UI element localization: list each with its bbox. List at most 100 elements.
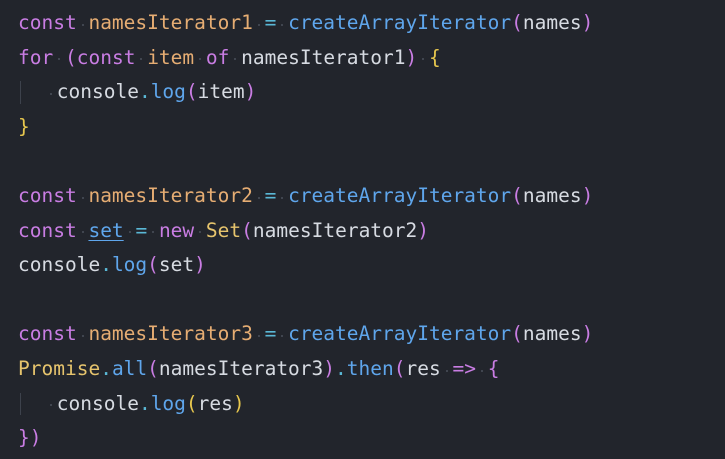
code-line[interactable]: const namesIterator2 = createArrayIterat… <box>18 179 725 214</box>
code-token: Set <box>205 218 242 242</box>
code-line[interactable]: console.log(res) <box>18 387 725 422</box>
code-token: createArrayIterator <box>288 11 512 34</box>
whitespace-marker <box>45 80 57 103</box>
whitespace-marker <box>276 322 288 345</box>
whitespace-marker <box>194 46 206 69</box>
code-token: Promise <box>18 356 101 380</box>
code-token: = <box>264 322 277 346</box>
code-token: ) <box>232 391 245 415</box>
whitespace-marker <box>77 219 89 242</box>
whitespace-marker <box>77 184 89 207</box>
code-token: namesIterator2 <box>252 218 418 242</box>
code-token: } <box>18 114 30 138</box>
code-token: ( <box>393 356 406 380</box>
code-token: ) <box>29 426 42 450</box>
whitespace-marker <box>229 46 241 69</box>
code-token: namesIterator3 <box>88 322 253 346</box>
code-token: ) <box>581 183 594 207</box>
code-token: const <box>76 45 136 69</box>
code-token: namesIterator1 <box>241 45 406 69</box>
code-token: . <box>138 80 151 104</box>
code-token: log <box>150 80 186 104</box>
code-editor[interactable]: const namesIterator1 = createArrayIterat… <box>0 0 725 459</box>
whitespace-marker <box>276 184 288 207</box>
whitespace-marker <box>53 46 65 69</box>
code-token: namesIterator3 <box>158 356 324 380</box>
code-token: createArrayIterator <box>288 183 512 207</box>
code-token: ) <box>244 80 257 104</box>
code-line[interactable]: const namesIterator3 = createArrayIterat… <box>18 317 725 352</box>
code-token: = <box>264 183 277 207</box>
whitespace-marker <box>476 357 488 380</box>
code-token: } <box>18 426 30 450</box>
whitespace-marker <box>194 219 206 242</box>
code-token: createArrayIterator <box>288 322 512 346</box>
code-token: ( <box>511 11 523 34</box>
code-token: ( <box>185 391 198 415</box>
code-token: ( <box>241 218 253 242</box>
code-token: res <box>197 391 233 415</box>
code-token: set <box>158 253 195 277</box>
code-token: ) <box>194 253 206 277</box>
code-token: ( <box>147 253 159 277</box>
code-token: . <box>138 391 151 415</box>
code-line[interactable]: for (const item of namesIterator1) { <box>18 41 725 76</box>
code-line[interactable]: const namesIterator1 = createArrayIterat… <box>18 6 725 41</box>
whitespace-marker <box>441 357 453 380</box>
code-token: const <box>18 11 77 34</box>
code-token: const <box>18 218 77 242</box>
whitespace-marker <box>253 322 265 345</box>
code-token: ( <box>64 45 77 69</box>
code-token: names <box>522 322 582 346</box>
whitespace-marker <box>135 46 147 69</box>
code-line[interactable]: const set = new Set(namesIterator2) <box>18 214 725 249</box>
code-token: namesIterator2 <box>88 183 253 207</box>
code-token: ) <box>417 218 430 242</box>
code-token: namesIterator1 <box>88 11 253 34</box>
code-token: ) <box>405 45 418 69</box>
code-token: item <box>197 80 245 104</box>
code-token: log <box>111 253 148 277</box>
code-token: console <box>56 391 139 415</box>
code-line[interactable] <box>18 144 725 179</box>
indent-guide <box>18 387 45 422</box>
code-token: ) <box>581 11 594 34</box>
code-token: . <box>100 356 112 380</box>
code-token: { <box>429 45 441 69</box>
indent-guide <box>18 75 45 110</box>
code-token: console <box>18 253 101 277</box>
whitespace-marker <box>147 219 159 242</box>
whitespace-marker <box>77 322 89 345</box>
whitespace-marker <box>253 184 265 207</box>
code-token: => <box>452 356 476 380</box>
code-line[interactable] <box>18 283 725 318</box>
code-line[interactable]: console.log(set) <box>18 248 725 283</box>
whitespace-marker <box>77 11 89 34</box>
code-token: . <box>100 253 112 277</box>
code-token: ( <box>511 183 523 207</box>
code-token: = <box>135 218 148 242</box>
code-token: for <box>18 45 54 69</box>
whitespace-marker <box>276 11 288 34</box>
code-token: . <box>335 356 347 380</box>
whitespace-marker <box>417 46 429 69</box>
code-line[interactable]: console.log(item) <box>18 75 725 110</box>
code-line[interactable]: }) <box>18 421 725 456</box>
code-token: all <box>111 356 148 380</box>
code-line[interactable]: Promise.all(namesIterator3).then(res => … <box>18 352 725 387</box>
whitespace-marker <box>45 392 57 415</box>
code-token: ( <box>185 80 198 104</box>
code-token: names <box>522 183 582 207</box>
code-token: then <box>346 356 394 380</box>
code-token: const <box>18 183 77 207</box>
whitespace-marker <box>124 219 136 242</box>
code-token: { <box>487 356 500 380</box>
code-line[interactable]: } <box>18 110 725 145</box>
code-token: names <box>522 11 582 34</box>
code-token: item <box>147 45 195 69</box>
whitespace-marker <box>253 11 265 34</box>
code-token: const <box>18 322 77 346</box>
code-token: ) <box>323 356 336 380</box>
code-token: log <box>150 391 186 415</box>
code-token: ( <box>147 356 159 380</box>
